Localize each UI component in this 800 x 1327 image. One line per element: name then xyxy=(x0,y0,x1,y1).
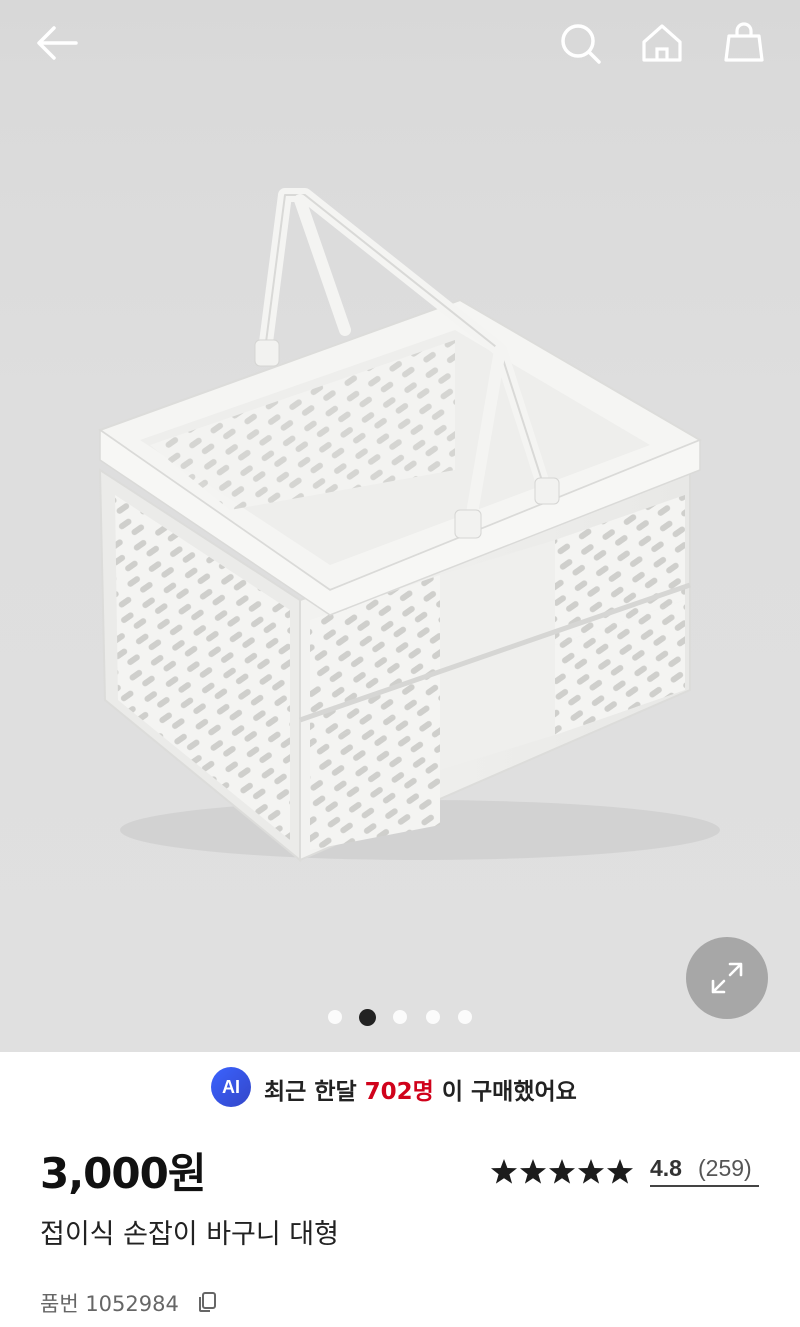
ai-text-before: 최근 한달 xyxy=(264,1079,365,1105)
review-count[interactable]: (259) xyxy=(698,1155,752,1182)
copy-icon[interactable] xyxy=(196,1291,218,1313)
product-image-gallery[interactable] xyxy=(0,0,800,1052)
back-arrow-icon xyxy=(37,26,78,60)
product-image xyxy=(97,188,720,863)
search-button[interactable] xyxy=(552,16,608,72)
pagination-dot-active[interactable] xyxy=(359,1009,376,1026)
rating-underline xyxy=(650,1185,759,1187)
pagination-dot[interactable] xyxy=(458,1010,472,1024)
home-icon xyxy=(642,24,682,62)
product-sku: 품번 1052984 xyxy=(40,1292,179,1316)
shopping-bag-icon xyxy=(724,22,764,62)
product-name: 접이식 손잡이 바구니 대형 xyxy=(40,1219,339,1250)
ai-text-after: 이 구매했어요 xyxy=(433,1079,577,1105)
ai-purchase-banner: AI 최근 한달 702명 이 구매했어요 xyxy=(0,1052,800,1126)
expand-arrows-icon xyxy=(711,962,743,994)
ai-badge-icon: AI xyxy=(211,1067,251,1107)
star-rating-icon xyxy=(491,1159,633,1184)
search-icon xyxy=(561,24,601,64)
home-button[interactable] xyxy=(634,16,690,72)
pagination-dot[interactable] xyxy=(426,1010,440,1024)
ai-purchase-text: 최근 한달 702명 이 구매했어요 xyxy=(264,1072,577,1106)
back-button[interactable] xyxy=(28,16,84,72)
expand-image-button[interactable] xyxy=(686,937,768,1019)
top-navigation-bar xyxy=(0,0,800,86)
pagination-dot[interactable] xyxy=(393,1010,407,1024)
rating-value: 4.8 xyxy=(650,1155,682,1181)
pagination-dot[interactable] xyxy=(328,1010,342,1024)
ai-buyer-count: 702명 xyxy=(364,1079,434,1105)
shopping-bag-button[interactable] xyxy=(716,16,772,72)
product-price: 3,000원 xyxy=(40,1149,206,1198)
gallery-pagination xyxy=(0,1008,800,1026)
